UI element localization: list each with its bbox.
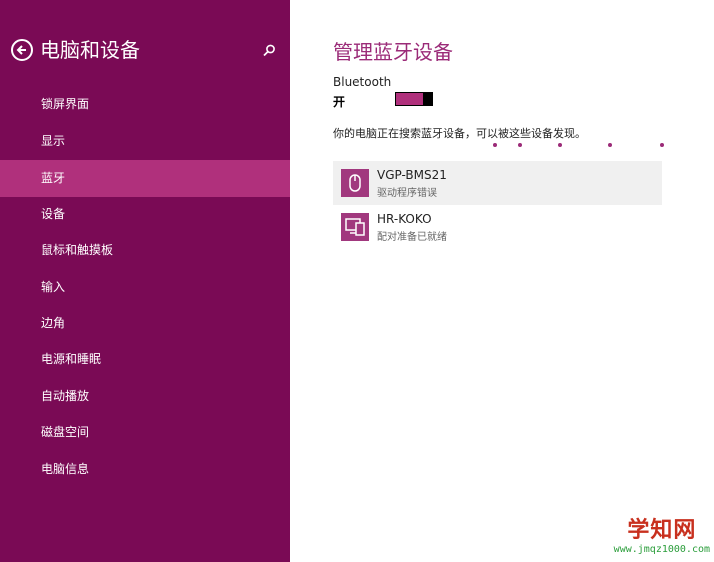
search-button[interactable]	[261, 43, 277, 59]
search-icon	[263, 44, 275, 57]
sidebar-title: 电脑和设备	[40, 38, 140, 62]
sidebar-item-label: 锁屏界面	[41, 97, 90, 111]
sidebar-item-label: 设备	[41, 207, 66, 221]
bluetooth-state-label: 开	[333, 95, 346, 109]
sidebar-item-power-sleep[interactable]: 电源和睡眠	[0, 341, 290, 378]
sidebar-item-pc-info[interactable]: 电脑信息	[0, 451, 290, 488]
device-name: VGP-BMS21	[377, 168, 447, 182]
sidebar-item-bluetooth[interactable]: 蓝牙	[0, 160, 290, 197]
sidebar-item-disk-space[interactable]: 磁盘空间	[0, 414, 290, 451]
sidebar-item-autoplay[interactable]: 自动播放	[0, 378, 290, 415]
device-item-hr-koko[interactable]: HR-KOKO 配对准备已就绪	[333, 205, 662, 249]
back-button[interactable]	[11, 39, 33, 61]
sidebar-item-label: 电源和睡眠	[41, 352, 102, 366]
sidebar-item-label: 鼠标和触摸板	[41, 243, 114, 257]
sidebar-item-lock-screen[interactable]: 锁屏界面	[0, 86, 290, 123]
sidebar-item-display[interactable]: 显示	[0, 123, 290, 160]
sidebar-item-corners[interactable]: 边角	[0, 305, 290, 342]
sidebar-item-label: 显示	[41, 134, 66, 148]
sidebar-item-typing[interactable]: 输入	[0, 269, 290, 306]
page-title: 管理蓝牙设备	[333, 40, 453, 64]
device-status: 驱动程序错误	[377, 188, 437, 199]
progress-dot	[608, 143, 612, 147]
phone-icon	[341, 213, 369, 241]
toggle-thumb	[423, 92, 433, 106]
watermark-url: www.jmqz1000.com	[613, 544, 710, 555]
sidebar-item-label: 输入	[41, 280, 66, 294]
watermark: 学知网 www.jmqz1000.com	[614, 518, 710, 556]
back-arrow-icon	[16, 45, 26, 55]
progress-dot	[558, 143, 562, 147]
search-status-text: 你的电脑正在搜索蓝牙设备，可以被这些设备发现。	[333, 127, 586, 140]
bluetooth-label: Bluetooth	[333, 75, 392, 89]
sidebar-item-label: 蓝牙	[41, 171, 66, 185]
sidebar-item-label: 磁盘空间	[41, 425, 90, 439]
progress-dot	[493, 143, 497, 147]
sidebar-item-devices[interactable]: 设备	[0, 196, 290, 233]
watermark-logo-text: 学知网	[627, 518, 697, 543]
progress-dot	[518, 143, 522, 147]
bluetooth-toggle[interactable]	[395, 92, 433, 106]
sidebar-item-label: 自动播放	[41, 389, 90, 403]
sidebar-item-mouse-touchpad[interactable]: 鼠标和触摸板	[0, 232, 290, 269]
mouse-icon	[341, 169, 369, 197]
device-item-vgp-bms21[interactable]: VGP-BMS21 驱动程序错误	[333, 161, 662, 205]
progress-dot	[660, 143, 664, 147]
main-content: 管理蓝牙设备 Bluetooth 开 你的电脑正在搜索蓝牙设备，可以被这些设备发…	[290, 0, 714, 562]
device-status: 配对准备已就绪	[377, 232, 447, 243]
sidebar-item-label: 电脑信息	[41, 462, 90, 476]
sidebar-item-label: 边角	[41, 316, 66, 330]
sidebar: 电脑和设备 锁屏界面 显示 蓝牙 设备 鼠标和触摸板 输入 边角 电源和睡眠 自…	[0, 0, 290, 562]
device-name: HR-KOKO	[377, 212, 432, 226]
